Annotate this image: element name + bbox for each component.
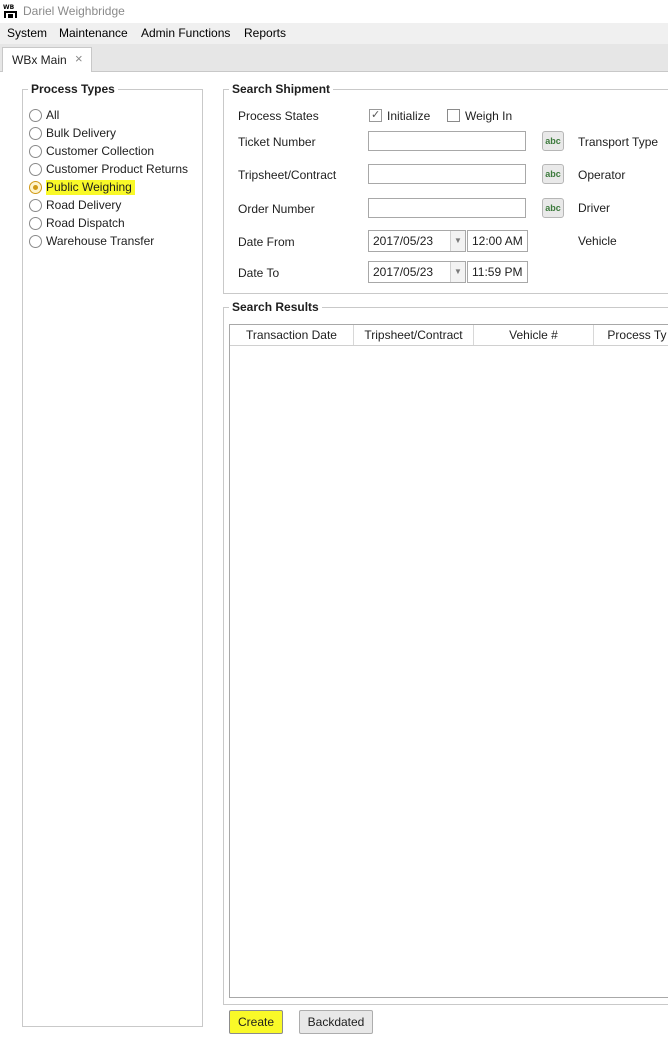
chevron-down-icon[interactable]: ▼ xyxy=(450,262,465,282)
menu-system[interactable]: System xyxy=(7,26,47,40)
tripsheet-contract-label: Tripsheet/Contract xyxy=(238,168,337,182)
initialize-label: Initialize xyxy=(387,109,431,123)
date-from-picker[interactable]: 2017/05/23 ▼ xyxy=(368,230,466,252)
grid-header: Transaction Date Tripsheet/Contract Vehi… xyxy=(230,325,668,346)
operator-label: Operator xyxy=(578,168,626,182)
radio-button[interactable] xyxy=(29,235,42,248)
time-to-value: 11:59 PM xyxy=(472,265,523,279)
search-results-grid[interactable]: Transaction Date Tripsheet/Contract Vehi… xyxy=(229,324,668,998)
order-number-label: Order Number xyxy=(238,202,315,216)
date-from-value: 2017/05/23 xyxy=(373,234,434,248)
radio-button[interactable] xyxy=(29,217,42,230)
process-types-title: Process Types xyxy=(28,82,118,96)
date-to-value: 2017/05/23 xyxy=(373,265,434,279)
column-header-transaction-date[interactable]: Transaction Date xyxy=(230,325,354,345)
radio-button[interactable] xyxy=(29,199,42,212)
ticket-number-spellcheck-button[interactable]: abc xyxy=(542,131,564,151)
radio-button-selected[interactable] xyxy=(29,181,42,194)
driver-label: Driver xyxy=(578,201,610,215)
date-from-label: Date From xyxy=(238,235,295,249)
time-from-input[interactable]: 12:00 AM xyxy=(467,230,528,252)
close-icon[interactable]: × xyxy=(75,51,83,66)
column-header-tripsheet-contract[interactable]: Tripsheet/Contract xyxy=(354,325,474,345)
weigh-in-label: Weigh In xyxy=(465,109,513,123)
wbx-app-icon: WB xyxy=(3,3,18,19)
radio-button[interactable] xyxy=(29,109,42,122)
tab-label: WBx Main xyxy=(12,53,67,67)
weigh-in-checkbox[interactable] xyxy=(447,109,460,122)
menu-reports[interactable]: Reports xyxy=(244,26,286,40)
initialize-checkbox[interactable] xyxy=(369,108,382,122)
menu-bar: System Maintenance Admin Functions Repor… xyxy=(0,23,668,44)
search-shipment-title: Search Shipment xyxy=(229,82,334,96)
transport-type-label: Transport Type xyxy=(578,135,659,149)
date-to-picker[interactable]: 2017/05/23 ▼ xyxy=(368,261,466,283)
radio-button[interactable] xyxy=(29,145,42,158)
menu-admin-functions[interactable]: Admin Functions xyxy=(141,26,230,40)
search-results-title: Search Results xyxy=(229,300,322,314)
tripsheet-spellcheck-button[interactable]: abc xyxy=(542,164,564,184)
window-title: Dariel Weighbridge xyxy=(23,4,125,18)
process-states-label: Process States xyxy=(238,109,319,123)
ticket-number-input[interactable] xyxy=(368,131,526,151)
column-header-vehicle[interactable]: Vehicle # xyxy=(474,325,594,345)
menu-maintenance[interactable]: Maintenance xyxy=(59,26,128,40)
radio-button[interactable] xyxy=(29,127,42,140)
radio-button[interactable] xyxy=(29,163,42,176)
time-to-input[interactable]: 11:59 PM xyxy=(467,261,528,283)
title-bar: WB Dariel Weighbridge xyxy=(0,0,668,23)
vehicle-label: Vehicle xyxy=(578,234,617,248)
svg-text:WB: WB xyxy=(3,4,15,11)
time-from-value: 12:00 AM xyxy=(472,234,523,248)
create-button[interactable]: Create xyxy=(229,1010,283,1034)
tab-wbx-main[interactable]: WBx Main × xyxy=(2,47,92,72)
date-to-label: Date To xyxy=(238,266,280,280)
order-number-spellcheck-button[interactable]: abc xyxy=(542,198,564,218)
column-header-process-type[interactable]: Process Ty xyxy=(594,325,668,345)
order-number-input[interactable] xyxy=(368,198,526,218)
ticket-number-label: Ticket Number xyxy=(238,135,316,149)
backdated-button[interactable]: Backdated xyxy=(299,1010,373,1034)
chevron-down-icon[interactable]: ▼ xyxy=(450,231,465,251)
tab-strip xyxy=(0,44,668,72)
tripsheet-contract-input[interactable] xyxy=(368,164,526,184)
